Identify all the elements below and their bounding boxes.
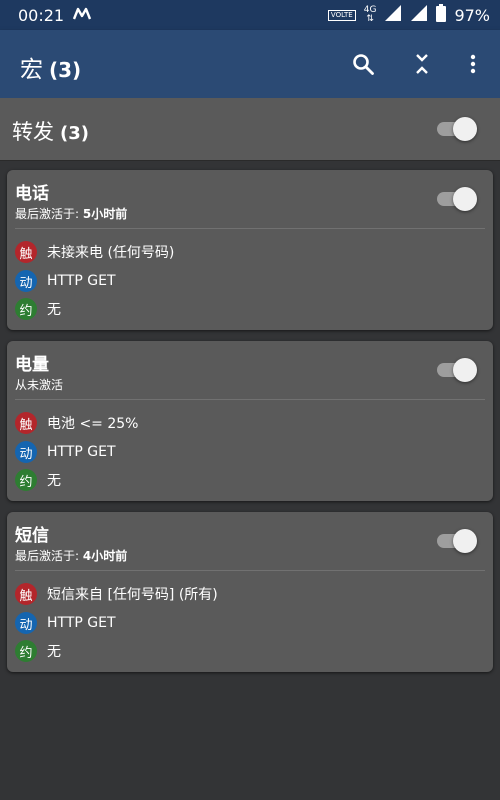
macro-category-header[interactable]: 转发 (3) [0, 98, 500, 161]
trigger-text: 电池 <= 25% [47, 416, 139, 432]
app-notification-icon [72, 4, 92, 28]
divider [15, 570, 485, 571]
action-text: HTTP GET [47, 444, 116, 460]
macro-last-activated: 从未激活 [15, 378, 64, 392]
constraint-row: 约 无 [15, 639, 61, 663]
action-text: HTTP GET [47, 273, 116, 289]
macro-title: 短信 [15, 526, 49, 546]
action-row: 动 HTTP GET [15, 611, 116, 635]
constraint-badge: 约 [15, 640, 37, 662]
battery-icon [436, 4, 447, 26]
more-vert-icon [470, 54, 476, 74]
macro-toggle[interactable] [437, 186, 477, 212]
trigger-badge: 触 [15, 241, 37, 263]
constraint-badge: 约 [15, 469, 37, 491]
trigger-badge: 触 [15, 583, 37, 605]
battery-percent: 97% [454, 5, 490, 25]
page-title: 宏 (3) [20, 57, 82, 83]
action-badge: 动 [15, 612, 37, 634]
trigger-row: 触 电池 <= 25% [15, 411, 138, 435]
macro-title: 电话 [15, 184, 49, 204]
status-bar: 00:21 VOLTE 4G ⇅ 97% [0, 0, 500, 30]
macro-card[interactable]: 电量 从未激活 触 电池 <= 25% 动 HTTP GET 约 无 [7, 341, 493, 501]
volte-icon: VOLTE [327, 9, 356, 21]
macro-card[interactable]: 电话 最后激活于: 5小时前 触 未接来电 (任何号码) 动 HTTP GET … [7, 170, 493, 330]
action-row: 动 HTTP GET [15, 440, 116, 464]
category-toggle[interactable] [437, 116, 477, 142]
signal-icon [384, 4, 402, 26]
constraint-row: 约 无 [15, 297, 61, 321]
action-row: 动 HTTP GET [15, 269, 116, 293]
collapse-icon [416, 54, 428, 74]
macro-title: 电量 [15, 355, 49, 375]
collapse-all-button[interactable] [404, 46, 440, 82]
macro-last-activated: 最后激活于: 5小时前 [15, 207, 128, 221]
network-type-icon: 4G ⇅ [363, 5, 377, 24]
macro-toggle[interactable] [437, 357, 477, 383]
status-time: 00:21 [18, 6, 65, 25]
search-icon [353, 54, 374, 75]
action-badge: 动 [15, 270, 37, 292]
action-badge: 动 [15, 441, 37, 463]
action-text: HTTP GET [47, 615, 116, 631]
macro-last-activated: 最后激活于: 4小时前 [15, 549, 128, 563]
trigger-text: 短信来自 [任何号码] (所有) [47, 587, 218, 603]
constraint-text: 无 [47, 473, 61, 489]
trigger-text: 未接来电 (任何号码) [47, 245, 175, 261]
divider [15, 228, 485, 229]
constraint-text: 无 [47, 644, 61, 660]
constraint-row: 约 无 [15, 468, 61, 492]
trigger-row: 触 未接来电 (任何号码) [15, 240, 174, 264]
trigger-row: 触 短信来自 [任何号码] (所有) [15, 582, 218, 606]
macro-toggle[interactable] [437, 528, 477, 554]
more-options-button[interactable] [455, 46, 491, 82]
search-button[interactable] [345, 46, 381, 82]
macro-card[interactable]: 短信 最后激活于: 4小时前 触 短信来自 [任何号码] (所有) 动 HTTP… [7, 512, 493, 672]
constraint-badge: 约 [15, 298, 37, 320]
app-bar: 宏 (3) [0, 30, 500, 98]
signal-icon-2 [410, 4, 428, 26]
category-title: 转发 (3) [12, 120, 89, 144]
trigger-badge: 触 [15, 412, 37, 434]
constraint-text: 无 [47, 302, 61, 318]
divider [15, 399, 485, 400]
